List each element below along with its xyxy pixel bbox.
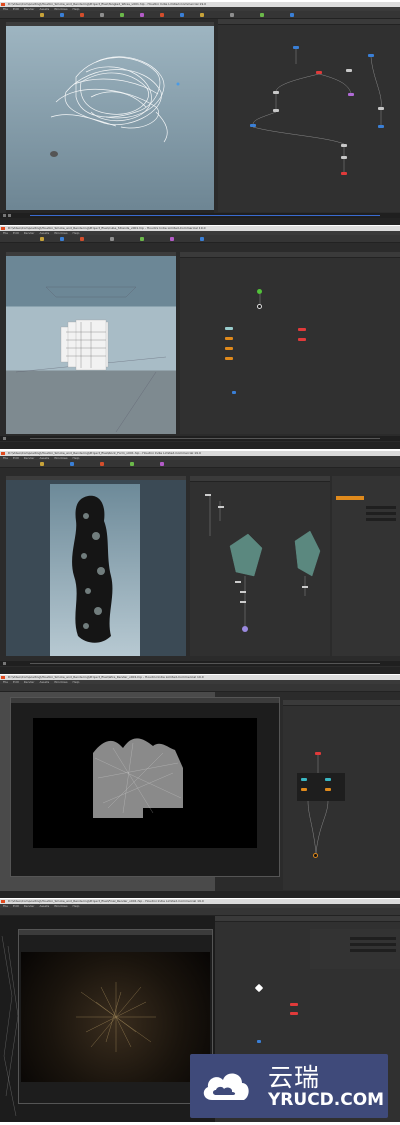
rock-form-render — [72, 495, 113, 643]
watermark-brand-cn: 云瑞 — [268, 1063, 321, 1092]
scene-viewport[interactable] — [6, 476, 186, 656]
window-title: D:\Video\Compositing\Houdini_Smoke_and_R… — [8, 451, 201, 455]
shelf-toolbar — [0, 235, 400, 243]
timeline-range[interactable] — [30, 215, 380, 216]
shelf-tool-icon[interactable] — [100, 462, 104, 466]
window-title: D:\Video\Compositing\Houdini_Smoke_and_R… — [8, 2, 207, 6]
render-frame — [21, 952, 210, 1082]
network-path-bar[interactable] — [215, 916, 400, 922]
watermark-brand-en: YRUCD.COM — [268, 1090, 385, 1110]
node[interactable] — [290, 1012, 298, 1015]
scene-viewport[interactable] — [6, 22, 214, 212]
screenshot-panel-1: D:\Video\Compositing\Houdini_Smoke_and_R… — [0, 2, 400, 225]
parameter-panel[interactable] — [310, 929, 400, 969]
shelf-tool-icon[interactable] — [170, 237, 174, 241]
shelf-tool-icon[interactable] — [200, 13, 204, 17]
shelf-tool-icon[interactable] — [110, 237, 114, 241]
node-graph — [205, 494, 321, 632]
status-bar — [0, 891, 400, 898]
node-wires — [252, 49, 382, 172]
screenshot-panel-2: D:\Video\Compositing\Houdini_Smoke_and_R… — [0, 226, 400, 449]
tangled-wires-render — [50, 56, 180, 157]
window-title: D:\Video\Compositing\Houdini_Smoke_and_R… — [8, 675, 204, 679]
shelf-tool-icon[interactable] — [60, 237, 64, 241]
shelf-tool-icon[interactable] — [100, 13, 104, 17]
shelf-tool-icon[interactable] — [60, 13, 64, 17]
playbar[interactable] — [0, 661, 400, 666]
network-editor[interactable] — [283, 700, 400, 890]
shelf-toolbar — [0, 908, 400, 916]
render-view-window[interactable] — [18, 929, 213, 1104]
network-editor[interactable] — [180, 252, 400, 434]
node[interactable] — [290, 1003, 298, 1006]
parameter-field[interactable] — [350, 937, 396, 940]
shelf-tool-icon[interactable] — [290, 13, 294, 17]
houdini-app-icon — [1, 676, 5, 679]
shelf-tool-icon[interactable] — [70, 462, 74, 466]
shelf-tool-icon[interactable] — [160, 13, 164, 17]
parameter-field[interactable] — [366, 512, 396, 515]
houdini-app-icon — [1, 452, 5, 455]
houdini-app-icon — [1, 900, 5, 903]
node-wires — [307, 755, 329, 854]
render-frame — [33, 718, 257, 848]
window-title: D:\Video\Compositing\Houdini_Smoke_and_R… — [8, 226, 206, 230]
wire-render-image — [93, 738, 183, 818]
shelf-tool-icon[interactable] — [160, 462, 164, 466]
shelf-toolbar — [0, 11, 400, 19]
network-editor[interactable] — [190, 476, 330, 656]
final-render-image — [76, 982, 156, 1052]
shelf-tool-icon[interactable] — [260, 13, 264, 17]
node-type-badge — [336, 496, 364, 500]
shelf-tool-icon[interactable] — [130, 462, 134, 466]
shelf-tool-icon[interactable] — [40, 237, 44, 241]
shelf-tool-icon[interactable] — [200, 237, 204, 241]
stop-icon[interactable] — [8, 214, 11, 217]
status-bar — [0, 218, 400, 225]
shelf-tool-icon[interactable] — [230, 13, 234, 17]
shelf-tool-icon[interactable] — [140, 13, 144, 17]
watermark-badge: 云瑞 YRUCD.COM — [190, 1054, 388, 1118]
parameter-field[interactable] — [350, 949, 396, 952]
parameter-field[interactable] — [350, 943, 396, 946]
shelf-tool-icon[interactable] — [180, 13, 184, 17]
shelf-tool-icon[interactable] — [140, 237, 144, 241]
window-title: D:\Video\Compositing\Houdini_Smoke_and_R… — [8, 899, 204, 903]
shelf-tool-icon[interactable] — [80, 237, 84, 241]
play-icon[interactable] — [3, 214, 6, 217]
parameter-field[interactable] — [366, 518, 396, 521]
cube-strands-render — [15, 286, 167, 433]
shelf-toolbar — [0, 684, 400, 692]
play-icon[interactable] — [3, 662, 6, 665]
shelf-toolbar — [0, 460, 400, 468]
timeline-range[interactable] — [30, 438, 380, 439]
timeline-range[interactable] — [30, 663, 380, 664]
cloud-logo-icon — [203, 1073, 249, 1100]
status-bar — [0, 667, 400, 674]
playbar[interactable] — [0, 436, 400, 441]
node[interactable] — [254, 983, 264, 993]
render-view-window[interactable] — [10, 697, 280, 877]
parameter-panel[interactable] — [332, 476, 400, 656]
screenshot-panel-3: D:\Video\Compositing\Houdini_Smoke_and_R… — [0, 451, 400, 674]
shelf-tool-icon[interactable] — [80, 13, 84, 17]
parameter-field[interactable] — [366, 506, 396, 509]
play-icon[interactable] — [3, 437, 6, 440]
render-view-toolbar[interactable] — [11, 698, 279, 703]
status-bar — [0, 442, 400, 449]
shelf-tool-icon[interactable] — [40, 13, 44, 17]
node-wires — [259, 294, 261, 304]
network-editor[interactable] — [218, 19, 400, 212]
houdini-app-icon — [1, 3, 5, 6]
shelf-tool-icon[interactable] — [40, 462, 44, 466]
screenshot-panel-4: D:\Video\Compositing\Houdini_Smoke_and_R… — [0, 675, 400, 898]
render-view-toolbar[interactable] — [19, 930, 212, 935]
scene-viewport[interactable] — [6, 252, 176, 434]
houdini-app-icon — [1, 227, 5, 230]
node[interactable] — [257, 1040, 261, 1043]
shelf-tool-icon[interactable] — [120, 13, 124, 17]
